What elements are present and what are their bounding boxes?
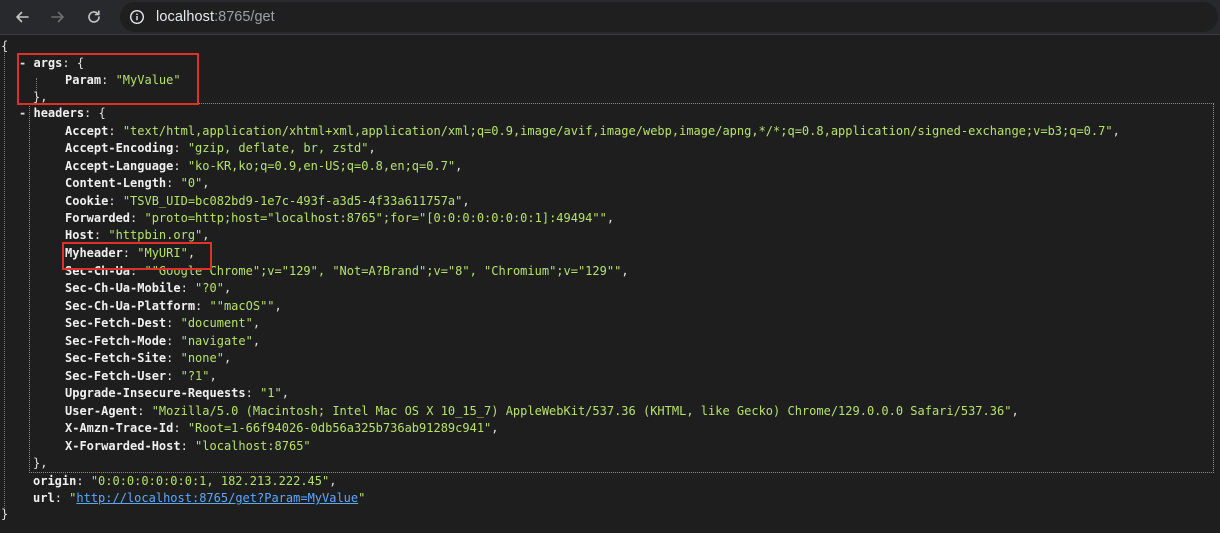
info-circle-icon — [129, 9, 145, 25]
args-close: }, — [33, 90, 48, 104]
header-item-myheader: Myheader: "MyURI", — [65, 246, 196, 260]
forward-button[interactable] — [46, 5, 70, 29]
url-host: localhost — [156, 9, 215, 25]
header-item: Cookie: "TSVB_UID=bc082bd9-1e7c-493f-a3d… — [65, 194, 470, 208]
header-item: Content-Length: "0", — [65, 176, 210, 190]
param-key: Param — [65, 73, 102, 87]
args-open: : { — [62, 56, 85, 70]
header-item: X-Forwarded-Host: "localhost:8765" — [65, 439, 311, 453]
address-bar[interactable]: localhost:8765/get — [120, 2, 1218, 32]
args-item-param: Param: "MyValue" — [65, 73, 181, 87]
headers-open: : { — [84, 106, 106, 120]
args-row: - args: { — [19, 55, 84, 72]
header-item: Sec-Ch-Ua-Platform: ""macOS"", — [65, 299, 282, 313]
header-item: Accept-Language: "ko-KR,ko;q=0.9,en-US;q… — [65, 159, 463, 173]
args-collapse-toggle[interactable]: - — [19, 56, 26, 70]
header-item: Sec-Ch-Ua: ""Google Chrome";v="129", "No… — [65, 264, 629, 278]
arrow-right-icon — [51, 11, 64, 23]
header-item: Sec-Fetch-User: "?1", — [65, 369, 217, 383]
header-item: Accept: "text/html,application/xhtml+xml… — [65, 124, 1120, 138]
root-open-brace: { — [1, 39, 9, 53]
browser-toolbar: localhost:8765/get — [0, 0, 1220, 35]
headers-close: }, — [33, 456, 48, 470]
root-close-brace: } — [1, 507, 9, 521]
header-item: Sec-Fetch-Mode: "navigate", — [65, 334, 261, 348]
header-item: Sec-Ch-Ua-Mobile: "?0", — [65, 281, 232, 295]
headers-key: headers — [33, 106, 85, 120]
header-item: User-Agent: "Mozilla/5.0 (Macintosh; Int… — [65, 404, 1019, 418]
indent-guide — [4, 48, 5, 508]
back-button[interactable] — [10, 5, 34, 29]
header-item: Host: "httpbin.org", — [65, 228, 210, 242]
origin-row: origin: "0:0:0:0:0:0:0:1, 182.213.222.45… — [33, 474, 337, 488]
url-row: url: "http://localhost:8765/get?Param=My… — [33, 491, 366, 505]
header-item: Forwarded: "proto=http;host="localhost:8… — [65, 211, 615, 225]
origin-value: "0:0:0:0:0:0:0:1, 182.213.222.45" — [90, 474, 330, 488]
arrow-left-icon — [16, 11, 29, 23]
url-path: :8765/get — [214, 9, 275, 25]
header-item: Upgrade-Insecure-Requests: "1", — [65, 386, 289, 400]
headers-row: - headers: { — [19, 105, 106, 122]
header-item: Sec-Fetch-Dest: "document", — [65, 316, 261, 330]
reload-icon — [88, 10, 100, 23]
site-info-button[interactable] — [122, 2, 152, 32]
headers-collapse-toggle[interactable]: - — [19, 106, 26, 120]
header-item: Sec-Fetch-Site: "none", — [65, 351, 232, 365]
param-value: "MyValue" — [115, 73, 181, 87]
header-item: X-Amzn-Trace-Id: "Root=1-66f94026-0db56a… — [65, 421, 499, 435]
header-item: Accept-Encoding: "gzip, deflate, br, zst… — [65, 141, 376, 155]
url-link[interactable]: http://localhost:8765/get?Param=MyValue — [76, 491, 358, 505]
reload-button[interactable] — [82, 5, 106, 29]
args-key: args — [33, 56, 63, 70]
